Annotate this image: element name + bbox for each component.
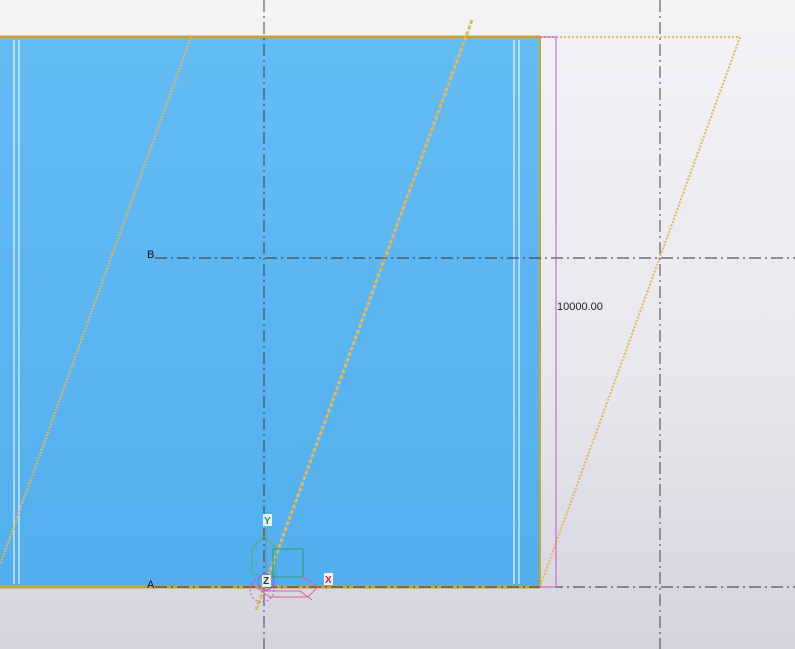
axis-label-x: X — [325, 575, 332, 586]
dimension-line[interactable] — [540, 36, 557, 588]
axis-label-y: Y — [264, 516, 271, 527]
grid-label-b[interactable]: B — [147, 249, 154, 261]
concrete-slab[interactable] — [0, 37, 540, 587]
axis-label-z: Z — [263, 576, 269, 587]
model-viewport[interactable]: B A 10000.00 Y Z X — [0, 0, 795, 649]
dimension-value[interactable]: 10000.00 — [557, 301, 603, 313]
grid-label-a[interactable]: A — [147, 579, 155, 591]
